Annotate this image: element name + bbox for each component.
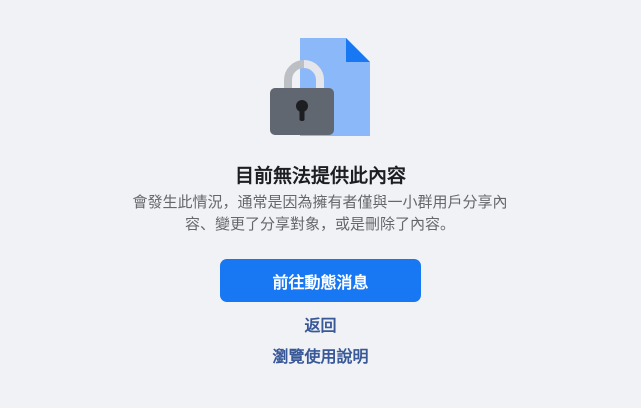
unavailable-message: 會發生此情況，通常是因為擁有者僅與一小群用戶分享內 容、變更了分享對象，或是刪除… bbox=[80, 191, 560, 235]
help-link-row: 瀏覽使用說明 bbox=[0, 347, 641, 367]
help-center-link[interactable]: 瀏覽使用說明 bbox=[272, 347, 368, 366]
message-line-2: 容、變更了分享對象，或是刪除了內容。 bbox=[184, 215, 455, 233]
go-to-news-feed-button[interactable]: 前往動態消息 bbox=[220, 259, 421, 302]
page-title: 目前無法提供此內容 bbox=[234, 165, 406, 187]
lock-on-document-icon bbox=[270, 38, 370, 136]
back-link-row: 返回 bbox=[0, 316, 641, 336]
message-line-1: 會發生此情況，通常是因為擁有者僅與一小群用戶分享內 bbox=[132, 193, 508, 211]
content-unavailable-page: 目前無法提供此內容 會發生此情況，通常是因為擁有者僅與一小群用戶分享內 容、變更… bbox=[0, 0, 641, 408]
back-link[interactable]: 返回 bbox=[304, 316, 336, 335]
keyhole-stem bbox=[299, 108, 305, 121]
document-fold bbox=[346, 38, 370, 62]
